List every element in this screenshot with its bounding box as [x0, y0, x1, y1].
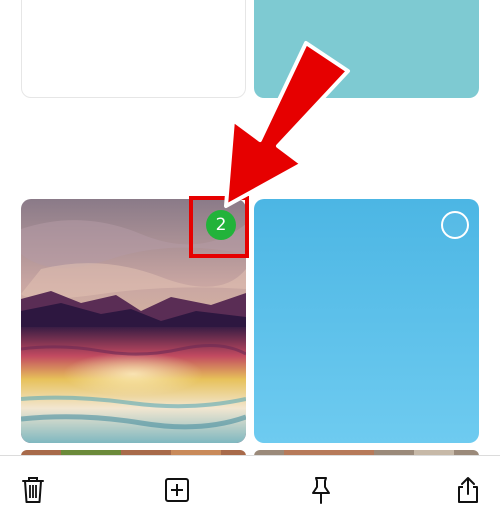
pin-icon: [312, 477, 330, 504]
grid-tile-blue-photo[interactable]: [254, 199, 479, 443]
grid-tile-blank[interactable]: [21, 0, 246, 98]
pin-button[interactable]: [305, 474, 337, 506]
select-circle[interactable]: [441, 211, 469, 239]
annotation-highlight-box: [189, 196, 249, 258]
plus-square-icon: [165, 478, 189, 502]
grid-tile-teal[interactable]: [254, 0, 479, 98]
bottom-toolbar: [0, 455, 500, 522]
teal-fill: [254, 0, 479, 98]
trash-icon: [22, 477, 44, 503]
add-button[interactable]: [161, 474, 193, 506]
delete-button[interactable]: [17, 474, 49, 506]
share-button[interactable]: [452, 474, 484, 506]
share-icon: [458, 477, 478, 503]
